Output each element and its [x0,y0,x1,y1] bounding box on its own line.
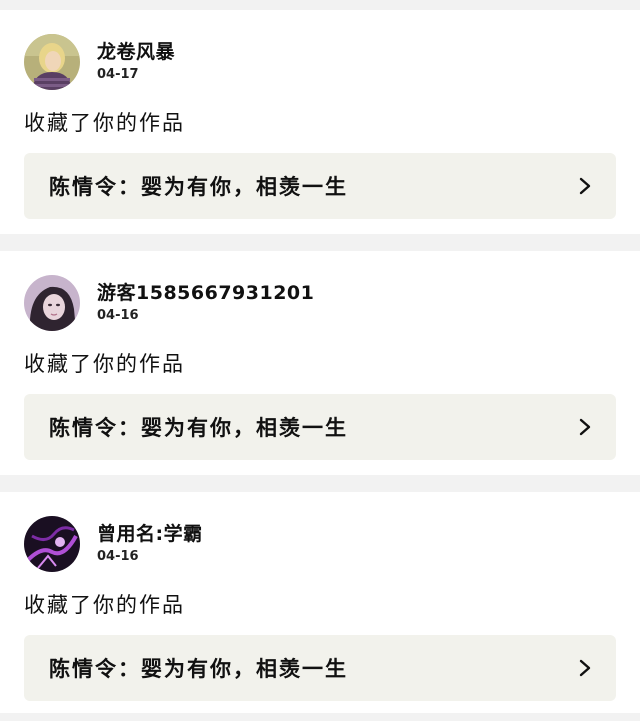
avatar[interactable] [24,516,80,572]
work-link[interactable]: 陈情令：婴为有你，相羡一生 [24,394,616,460]
work-title: 陈情令：婴为有你，相羡一生 [49,416,348,440]
avatar-blonde-girl-icon [24,34,80,90]
notification-card: 游客1585667931201 04-16 收藏了你的作品 陈情令：婴为有你，相… [0,251,640,475]
notification-card: 曾用名:学霸 04-16 收藏了你的作品 陈情令：婴为有你，相羡一生 [0,492,640,713]
work-title: 陈情令：婴为有你，相羡一生 [49,657,348,681]
timestamp: 04-16 [97,549,139,564]
work-link[interactable]: 陈情令：婴为有你，相羡一生 [24,153,616,219]
user-meta: 游客1585667931201 04-16 [97,281,314,325]
action-text: 收藏了你的作品 [24,352,185,376]
chevron-right-icon [579,659,591,677]
avatar-girl-purple-icon [24,275,80,331]
user-meta: 龙卷风暴 04-17 [97,40,175,84]
username[interactable]: 游客1585667931201 [97,281,314,305]
work-title: 陈情令：婴为有你，相羡一生 [49,175,348,199]
notification-header: 游客1585667931201 04-16 [24,275,314,331]
username[interactable]: 曾用名:学霸 [97,522,203,546]
notification-feed: 龙卷风暴 04-17 收藏了你的作品 陈情令：婴为有你，相羡一生 游客15856… [0,0,640,721]
notification-header: 曾用名:学霸 04-16 [24,516,203,572]
notification-header: 龙卷风暴 04-17 [24,34,175,90]
avatar[interactable] [24,275,80,331]
chevron-right-icon [579,177,591,195]
work-link[interactable]: 陈情令：婴为有你，相羡一生 [24,635,616,701]
action-text: 收藏了你的作品 [24,593,185,617]
timestamp: 04-16 [97,308,139,323]
user-meta: 曾用名:学霸 04-16 [97,522,203,566]
timestamp: 04-17 [97,67,139,82]
avatar-purple-abstract-icon [24,516,80,572]
username[interactable]: 龙卷风暴 [97,40,175,64]
chevron-right-icon [579,418,591,436]
avatar[interactable] [24,34,80,90]
notification-card: 龙卷风暴 04-17 收藏了你的作品 陈情令：婴为有你，相羡一生 [0,10,640,234]
action-text: 收藏了你的作品 [24,111,185,135]
